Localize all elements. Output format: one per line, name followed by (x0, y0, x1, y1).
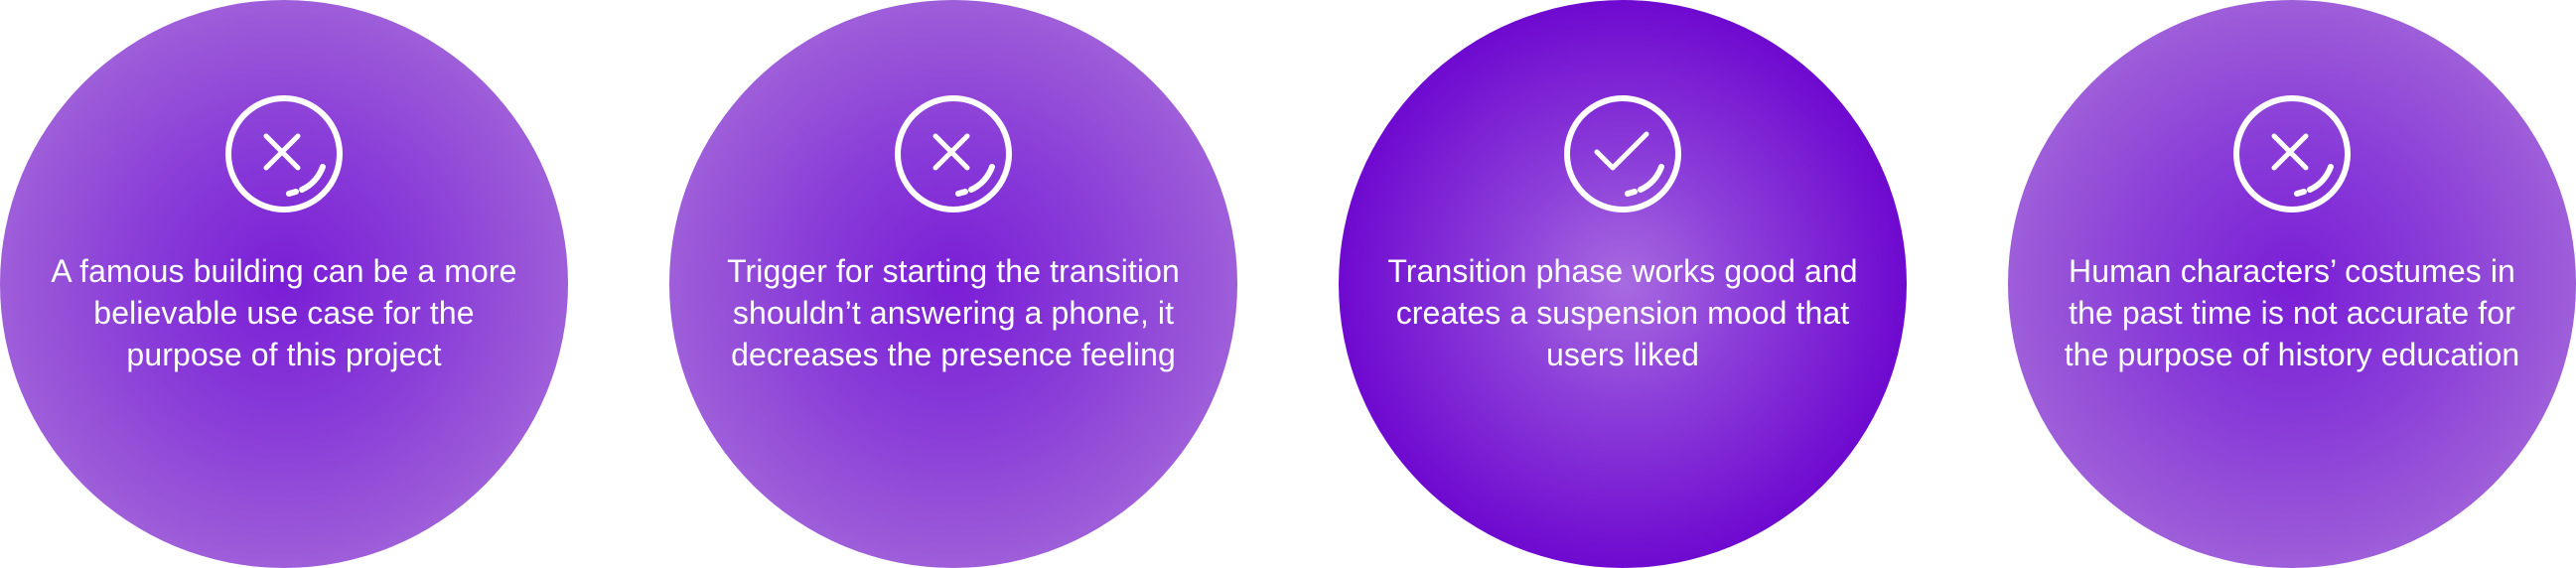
x-circle-icon (2232, 94, 2352, 213)
finding-card-4: Human characters’ costumes in the past t… (2008, 0, 2576, 568)
x-circle-icon (224, 94, 344, 213)
x-circle-icon (894, 94, 1013, 213)
finding-text: Trigger for starting the transition shou… (727, 253, 1180, 372)
finding-card-3: Transition phase works good and creates … (1339, 0, 1907, 568)
finding-card-1: A famous building can be a more believab… (0, 0, 568, 568)
finding-card-2: Trigger for starting the transition shou… (669, 0, 1237, 568)
finding-text: Transition phase works good and creates … (1387, 253, 1858, 372)
check-circle-icon (1563, 94, 1682, 213)
findings-row: A famous building can be a more believab… (0, 0, 2576, 568)
finding-text: A famous building can be a more believab… (51, 253, 517, 372)
finding-text: Human characters’ costumes in the past t… (2064, 253, 2520, 372)
